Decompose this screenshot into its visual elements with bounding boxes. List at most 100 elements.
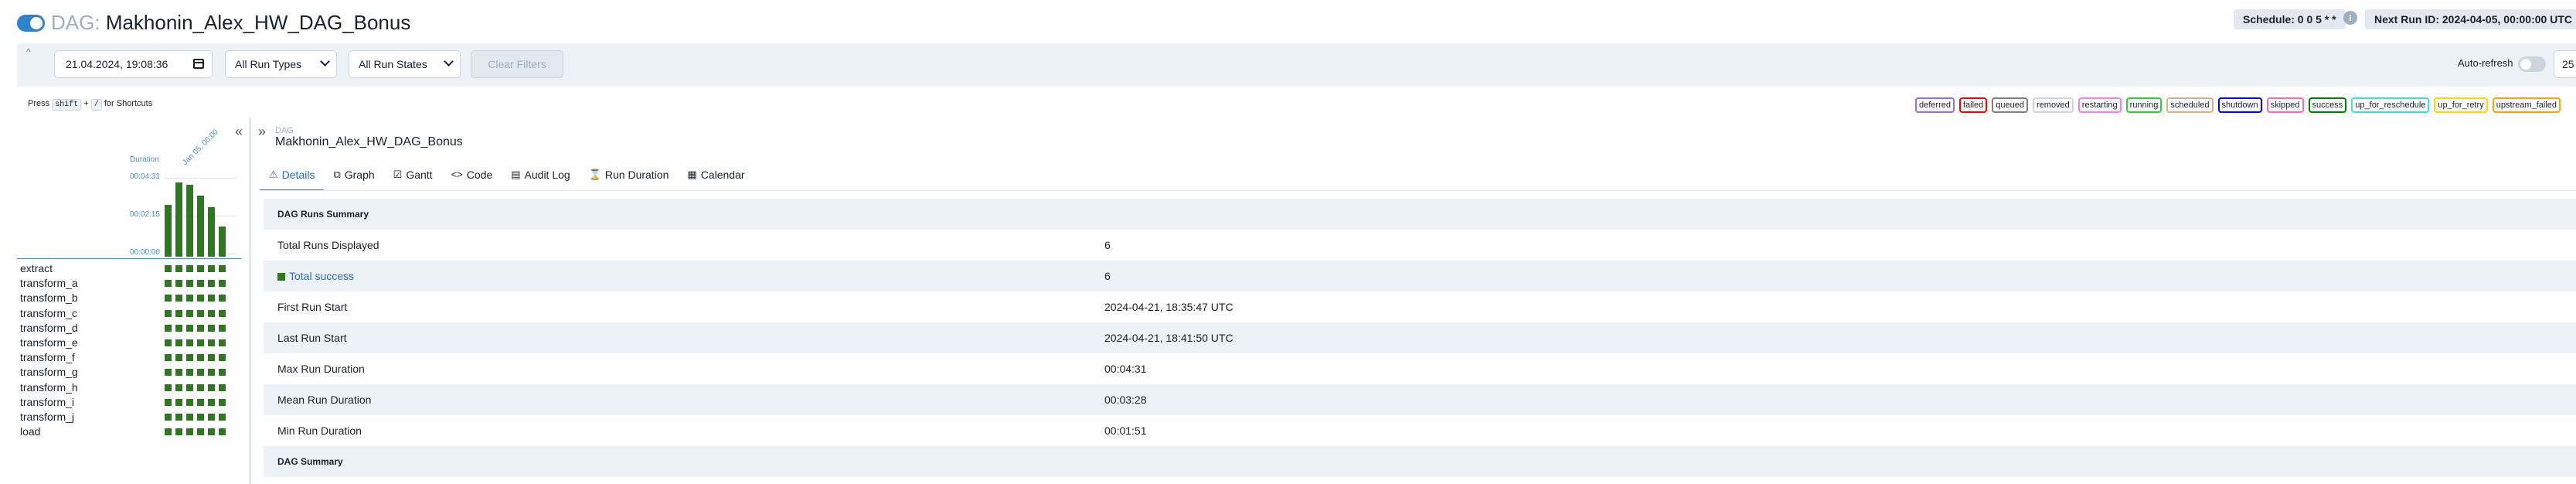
task-instance-cell[interactable] (186, 295, 193, 302)
legend-success[interactable]: success (2308, 97, 2347, 113)
task-instance-cell[interactable] (197, 280, 204, 288)
task-instance-cell[interactable] (186, 354, 193, 362)
legend-shutdown[interactable]: shutdown (2217, 97, 2262, 113)
run-duration-bar[interactable] (186, 185, 193, 257)
task-instance-cell[interactable] (175, 339, 182, 346)
task-instance-cell[interactable] (208, 324, 215, 332)
task-instance-cell[interactable] (197, 295, 204, 302)
task-instance-cell[interactable] (165, 414, 172, 421)
legend-queued[interactable]: queued (1992, 97, 2028, 113)
total-success-link[interactable]: Total success (289, 270, 354, 282)
legend-up-for-retry[interactable]: up_for_retry (2434, 97, 2488, 113)
task-instance-cell[interactable] (208, 354, 215, 362)
task-instance-cell[interactable] (208, 369, 215, 377)
task-instance-cell[interactable] (219, 339, 226, 346)
task-instance-cell[interactable] (208, 414, 215, 421)
run-type-select[interactable]: All Run Types (225, 50, 337, 78)
task-instance-cell[interactable] (175, 369, 182, 377)
task-instance-cell[interactable] (165, 383, 172, 391)
task-instance-cell[interactable] (219, 383, 226, 391)
task-instance-cell[interactable] (208, 309, 215, 317)
legend-skipped[interactable]: skipped (2266, 97, 2304, 113)
task-instance-cell[interactable] (165, 309, 172, 317)
task-instance-cell[interactable] (219, 398, 226, 406)
task-instance-cell[interactable] (197, 265, 204, 272)
task-instance-cell[interactable] (208, 428, 215, 436)
task-instance-cell[interactable] (219, 414, 226, 421)
task-transform-a[interactable]: transform_a (20, 276, 167, 291)
task-instance-cell[interactable] (197, 428, 204, 436)
task-instance-cell[interactable] (186, 309, 193, 317)
task-instance-cell[interactable] (208, 383, 215, 391)
task-instance-cell[interactable] (175, 354, 182, 362)
task-instance-cell[interactable] (175, 398, 182, 406)
collapse-grid-icon[interactable]: « (235, 124, 243, 140)
task-instance-cell[interactable] (165, 265, 172, 272)
task-transform-b[interactable]: transform_b (20, 291, 167, 305)
task-transform-g[interactable]: transform_g (20, 365, 167, 380)
task-instance-cell[interactable] (186, 280, 193, 288)
task-transform-i[interactable]: transform_i (20, 395, 167, 410)
task-instance-cell[interactable] (219, 295, 226, 302)
task-instance-cell[interactable] (186, 398, 193, 406)
run-duration-bar[interactable] (219, 227, 226, 257)
task-instance-cell[interactable] (165, 295, 172, 302)
double-chevron-up-icon[interactable]: ^ (26, 46, 31, 57)
run-duration-bar[interactable] (208, 207, 215, 257)
task-instance-cell[interactable] (186, 339, 193, 346)
task-transform-f[interactable]: transform_f (20, 350, 167, 365)
task-instance-cell[interactable] (175, 428, 182, 436)
calendar-icon[interactable] (193, 59, 204, 69)
task-extract[interactable]: extract (20, 261, 167, 276)
task-instance-cell[interactable] (197, 354, 204, 362)
task-instance-cell[interactable] (175, 383, 182, 391)
task-instance-cell[interactable] (165, 339, 172, 346)
task-instance-cell[interactable] (197, 369, 204, 377)
task-instance-cell[interactable] (219, 265, 226, 272)
task-instance-cell[interactable] (219, 324, 226, 332)
task-transform-c[interactable]: transform_c (20, 306, 167, 321)
task-transform-d[interactable]: transform_d (20, 321, 167, 336)
task-instance-cell[interactable] (175, 280, 182, 288)
tab-graph[interactable]: ⧉ Graph (324, 165, 383, 191)
legend-deferred[interactable]: deferred (1915, 97, 1955, 113)
legend-failed[interactable]: failed (1958, 97, 1988, 113)
run-duration-bar[interactable] (175, 182, 182, 257)
task-instance-cell[interactable] (219, 428, 226, 436)
task-instance-cell[interactable] (165, 398, 172, 406)
task-instance-cell[interactable] (197, 398, 204, 406)
task-instance-cell[interactable] (186, 265, 193, 272)
task-instance-cell[interactable] (208, 295, 215, 302)
task-instance-cell[interactable] (197, 309, 204, 317)
task-instance-cell[interactable] (165, 280, 172, 288)
task-instance-cell[interactable] (165, 324, 172, 332)
task-instance-cell[interactable] (165, 428, 172, 436)
legend-removed[interactable]: removed (2033, 97, 2074, 113)
task-instance-cell[interactable] (175, 324, 182, 332)
run-duration-bar[interactable] (197, 196, 204, 257)
task-instance-cell[interactable] (219, 369, 226, 377)
task-instance-cell[interactable] (208, 280, 215, 288)
task-instance-cell[interactable] (197, 339, 204, 346)
legend-restarting[interactable]: restarting (2077, 97, 2122, 113)
tab-run-duration[interactable]: ⌛ Run Duration (580, 165, 679, 191)
task-instance-cell[interactable] (208, 339, 215, 346)
tab-gantt[interactable]: ☑ Gantt (384, 165, 442, 191)
expand-details-icon[interactable]: » (258, 124, 266, 140)
tab-calendar[interactable]: ▦ Calendar (678, 165, 754, 191)
legend-running[interactable]: running (2125, 97, 2163, 113)
task-instance-cell[interactable] (186, 324, 193, 332)
task-instance-cell[interactable] (197, 324, 204, 332)
tab-audit-log[interactable]: ▤ Audit Log (502, 165, 579, 191)
task-instance-cell[interactable] (186, 383, 193, 391)
base-date-input[interactable]: 21.04.2024, 19:08:36 (54, 50, 213, 78)
clear-filters-button[interactable]: Clear Filters (471, 50, 563, 78)
legend-scheduled[interactable]: scheduled (2166, 97, 2214, 113)
task-instance-cell[interactable] (165, 369, 172, 377)
task-instance-cell[interactable] (197, 414, 204, 421)
task-instance-cell[interactable] (186, 428, 193, 436)
task-instance-cell[interactable] (208, 398, 215, 406)
legend-up-for-reschedule[interactable]: up_for_reschedule (2351, 97, 2430, 113)
task-instance-cell[interactable] (208, 265, 215, 272)
task-instance-cell[interactable] (175, 309, 182, 317)
